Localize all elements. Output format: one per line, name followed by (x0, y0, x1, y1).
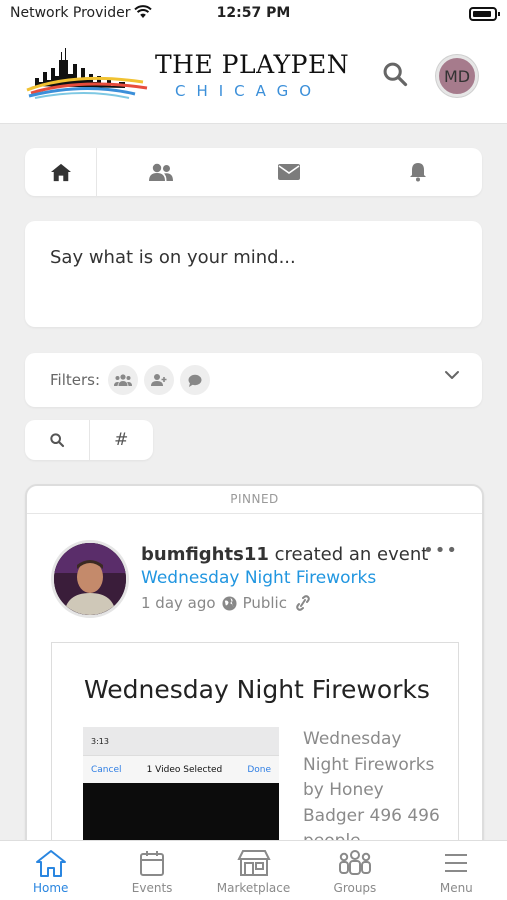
post-author-avatar[interactable] (51, 540, 129, 618)
avatar[interactable]: MD (436, 55, 478, 97)
search-button[interactable] (381, 60, 411, 90)
thumbnail-toolbar: Cancel 1 Video Selected Done (83, 755, 279, 783)
skyline-icon (26, 48, 148, 99)
event-title: Wednesday Night Fireworks (84, 675, 430, 704)
bell-icon (409, 163, 426, 182)
author-name[interactable]: bumfights11 (141, 544, 269, 565)
app-header: THE PLAYPEN CHICAGO MD (0, 28, 507, 124)
tabbar-menu[interactable]: Menu (406, 841, 507, 900)
tabbar-marketplace[interactable]: Marketplace (203, 841, 304, 900)
brand-title: THE PLAYPEN (155, 50, 350, 79)
thumbnail-done: Done (247, 764, 271, 775)
tabbar-menu-label: Menu (439, 881, 473, 895)
filters-bar[interactable]: Filters: (25, 353, 482, 407)
filter-following[interactable] (144, 365, 175, 395)
tabbar-events[interactable]: Events (101, 841, 202, 900)
search-icon (383, 62, 408, 87)
thumbnail-time: 3:13 (91, 737, 109, 746)
home-icon (35, 850, 66, 877)
search-icon (50, 433, 64, 448)
comment-icon (188, 374, 202, 387)
tabbar-home[interactable]: Home (0, 841, 101, 900)
menu-icon (445, 854, 468, 872)
groups-icon (338, 850, 371, 875)
author-photo (54, 543, 126, 615)
chevron-down-icon[interactable] (444, 370, 460, 380)
home-icon (50, 163, 71, 182)
brand-subtitle: CHICAGO (175, 82, 323, 100)
filter-everyone[interactable] (108, 365, 139, 395)
tabbar-events-label: Events (131, 881, 173, 895)
event-description: Wednesday Night Fireworks by Honey Badge… (303, 729, 440, 851)
group-icon (114, 374, 133, 386)
thumbnail-cancel: Cancel (91, 764, 122, 775)
pinned-label: PINNED (27, 486, 482, 514)
post-time[interactable]: 1 day ago (141, 594, 216, 612)
post-composer[interactable]: Say what is on your mind... (25, 221, 482, 327)
feed-nav (25, 148, 482, 196)
store-icon (236, 850, 271, 876)
tab-home[interactable] (25, 148, 97, 196)
tabbar-marketplace-label: Marketplace (216, 881, 291, 895)
filters-label: Filters: (50, 371, 101, 389)
globe-icon (222, 595, 237, 611)
filter-posts[interactable] (180, 365, 211, 395)
link-icon[interactable] (293, 595, 313, 611)
status-bar: Network Provider 12:57 PM (0, 0, 507, 28)
post-visibility: Public (242, 594, 287, 612)
post-action: created an event (274, 544, 429, 565)
brand-logo[interactable]: THE PLAYPEN CHICAGO (25, 38, 355, 108)
battery-icon (469, 7, 500, 21)
post-header-line: bumfights11 created an event (141, 544, 428, 565)
pinned-post: PINNED bumfights11 created an event Wedn… (25, 484, 484, 900)
users-icon (149, 163, 174, 181)
tabbar-home-label: Home (32, 881, 69, 895)
tabbar-groups-label: Groups (333, 881, 377, 895)
tab-notifications[interactable] (354, 148, 482, 196)
tab-friends[interactable] (97, 148, 225, 196)
feed-search-button[interactable] (25, 420, 90, 460)
thumbnail-title: 1 Video Selected (146, 764, 223, 775)
tab-messages[interactable] (225, 148, 353, 196)
post-options-button[interactable]: ••• (423, 540, 458, 561)
bottom-tab-bar: Home Events Marketplace Groups Menu (0, 840, 507, 900)
event-link[interactable]: Wednesday Night Fireworks (141, 568, 376, 588)
post-meta: 1 day ago Public (141, 594, 313, 612)
user-plus-icon (151, 374, 167, 386)
calendar-icon (140, 851, 165, 876)
clock: 12:57 PM (216, 5, 291, 21)
thumbnail-status: 3:13 (83, 727, 279, 755)
tabbar-groups[interactable]: Groups (304, 841, 405, 900)
envelope-icon (278, 164, 301, 180)
hashtag-button[interactable]: # (90, 420, 154, 460)
search-hashtag-bar: # (25, 420, 153, 460)
